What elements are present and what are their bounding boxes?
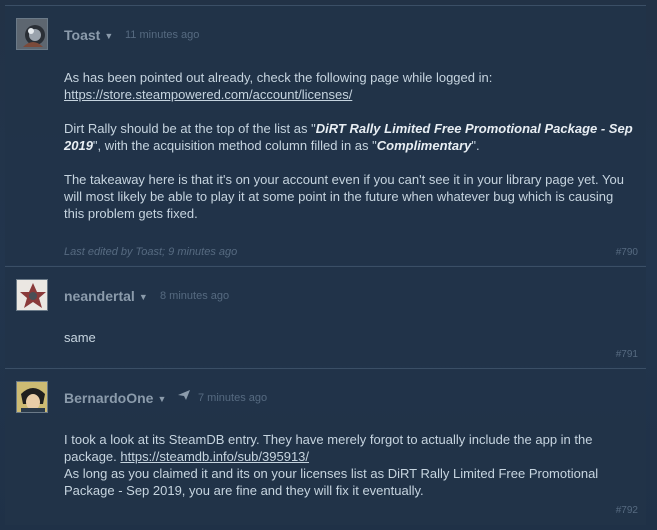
licenses-link[interactable]: https://store.steampowered.com/account/l… <box>64 87 352 102</box>
steamdb-link[interactable]: https://steamdb.info/sub/395913/ <box>120 449 309 464</box>
author-label[interactable]: neandertal <box>64 288 135 304</box>
acquisition-method: Complimentary <box>376 138 472 153</box>
post-number[interactable]: #791 <box>616 349 638 360</box>
chevron-down-icon[interactable]: ▼ <box>139 292 148 302</box>
post-timestamp: 8 minutes ago <box>160 290 230 302</box>
avatar[interactable] <box>16 381 48 413</box>
post-paragraph: As has been pointed out already, check t… <box>64 69 636 103</box>
author-label[interactable]: BernardoOne <box>64 390 153 406</box>
post-text: As long as you claimed it and its on you… <box>64 466 599 498</box>
paper-airplane-icon <box>177 389 191 404</box>
edited-note: Last edited by Toast; 9 minutes ago <box>64 246 238 258</box>
post-timestamp: 7 minutes ago <box>198 392 268 404</box>
post-timestamp: 11 minutes ago <box>125 29 200 41</box>
post-text: As has been pointed out already, check t… <box>64 70 493 85</box>
author-name[interactable]: Toast ▼ <box>64 27 113 43</box>
post-paragraph: The takeaway here is that it's on your a… <box>64 172 624 221</box>
avatar[interactable] <box>16 18 48 50</box>
comment-thread: Toast ▼ 11 minutes ago As has been pointe… <box>0 0 657 530</box>
post-text: ". <box>471 138 480 153</box>
author-name[interactable]: BernardoOne ▼ <box>64 390 166 406</box>
post-body: same <box>64 330 96 345</box>
comment-post: BernardoOne ▼ 7 minutes ago I took a look… <box>5 368 646 525</box>
post-body: I took a look at its SteamDB entry. They… <box>64 431 636 499</box>
comment-post: Toast ▼ 11 minutes ago As has been pointe… <box>5 5 646 265</box>
post-text: Dirt Rally should be at the top of the l… <box>64 121 316 136</box>
post-paragraph: Dirt Rally should be at the top of the l… <box>64 120 636 154</box>
author-label[interactable]: Toast <box>64 27 100 43</box>
post-body: As has been pointed out already, check t… <box>64 69 636 222</box>
author-name[interactable]: neandertal ▼ <box>64 288 148 304</box>
post-text: ", with the acquisition method column fi… <box>92 138 377 153</box>
post-paragraph: I took a look at its SteamDB entry. They… <box>64 431 636 499</box>
avatar[interactable] <box>16 279 48 311</box>
comment-post: neandertal ▼ 8 minutes ago same #791 <box>5 266 646 366</box>
post-number[interactable]: #792 <box>616 505 638 516</box>
chevron-down-icon[interactable]: ▼ <box>104 31 113 41</box>
post-number[interactable]: #790 <box>616 247 638 258</box>
chevron-down-icon[interactable]: ▼ <box>157 394 166 404</box>
